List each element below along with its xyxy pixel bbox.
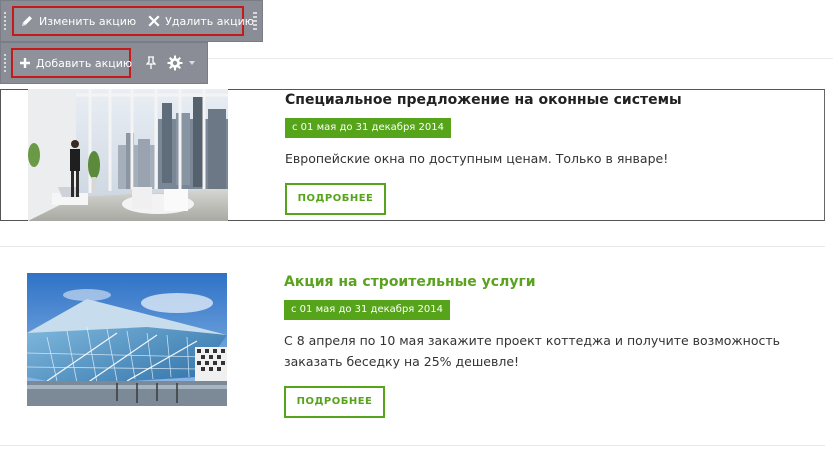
promo-description: С 8 апреля по 10 мая закажите проект кот…	[284, 333, 781, 369]
promo-date-badge: с 01 мая до 31 декабря 2014	[284, 300, 450, 320]
toolbar-drag-handle[interactable]	[1, 1, 9, 41]
edit-toolbar: Изменить акцию Удалить акцию	[0, 0, 263, 42]
more-button[interactable]: ПОДРОБНЕЕ	[284, 386, 385, 418]
divider	[0, 246, 825, 247]
pin-icon	[146, 56, 156, 69]
edit-promo-label: Изменить акцию	[39, 14, 137, 28]
pin-button[interactable]	[139, 48, 163, 78]
delete-promo-label: Удалить акцию	[165, 14, 255, 28]
plus-icon	[20, 58, 30, 68]
gear-icon	[167, 55, 183, 71]
add-promo-label: Добавить акцию	[36, 56, 133, 70]
promo-content: Специальное предложение на оконные систе…	[285, 91, 814, 215]
chevron-down-icon	[189, 61, 195, 65]
promo-description: Европейские окна по доступным ценам. Тол…	[285, 151, 669, 166]
promo-title: Специальное предложение на оконные систе…	[285, 92, 682, 108]
promo-item: Специальное предложение на оконные систе…	[0, 89, 825, 221]
toolbar-drag-handle[interactable]	[1, 43, 9, 83]
promo-image[interactable]	[28, 89, 228, 221]
settings-dropdown[interactable]	[187, 48, 197, 78]
office-window-image	[28, 89, 228, 221]
delete-promo-button[interactable]: Удалить акцию	[142, 8, 260, 34]
promo-date-badge: с 01 мая до 31 декабря 2014	[285, 118, 451, 138]
promo-title-link[interactable]: Акция на строительные услуги	[284, 273, 815, 291]
toolbar-resize-handle[interactable]	[252, 11, 258, 31]
pencil-icon	[22, 16, 32, 26]
promo-image[interactable]	[27, 273, 227, 406]
promo-content: Акция на строительные услуги с 01 мая до…	[284, 273, 815, 418]
add-toolbar: Добавить акцию	[0, 42, 208, 84]
settings-button[interactable]	[163, 48, 187, 78]
close-icon	[148, 15, 160, 27]
glass-building-image	[27, 273, 227, 406]
promo-item: Акция на строительные услуги с 01 мая до…	[0, 262, 825, 422]
more-button[interactable]: ПОДРОБНЕЕ	[285, 183, 386, 215]
divider	[0, 445, 825, 446]
edit-promo-button[interactable]: Изменить акцию	[14, 8, 142, 34]
edit-actions-group: Изменить акцию Удалить акцию	[12, 6, 254, 36]
add-actions-group: Добавить акцию	[11, 48, 132, 78]
add-promo-button[interactable]: Добавить акцию	[13, 50, 138, 76]
